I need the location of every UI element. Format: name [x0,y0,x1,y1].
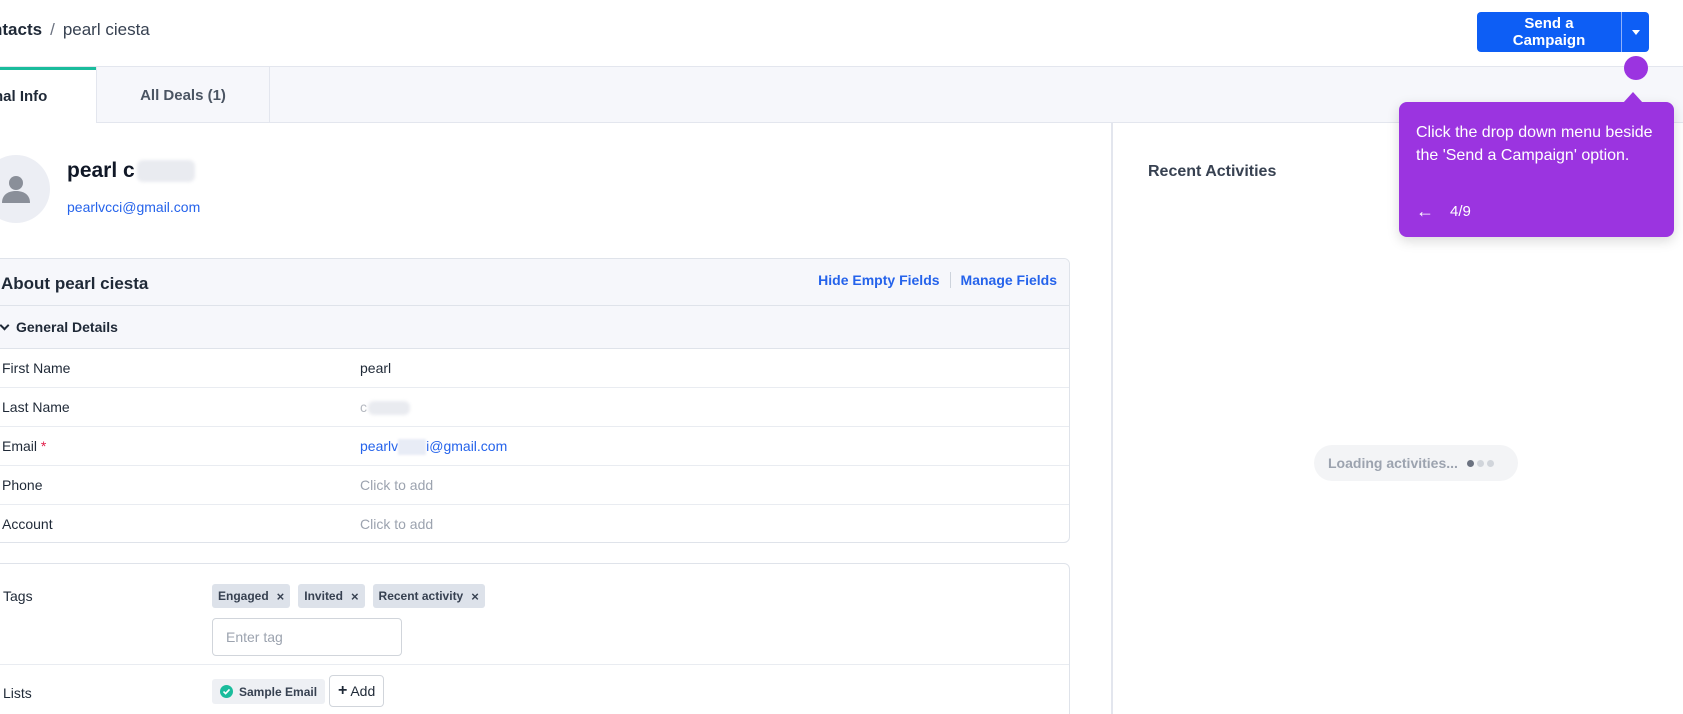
about-title: About pearl ciesta [1,274,149,293]
plus-icon: + [338,682,348,699]
required-marker: * [40,438,47,454]
tag-recent-activity: Recent activity × [372,584,485,608]
about-card-header: About pearl ciesta Hide Empty Fields Man… [0,259,1069,306]
field-row-last-name: Last Name c [0,388,1069,427]
loading-dots-icon [1466,459,1494,467]
tab-personal-info[interactable]: nal Info [0,67,96,123]
first-name-value[interactable]: pearl [360,360,391,376]
tag-label: Engaged [218,589,269,603]
field-row-account: Account Click to add [0,505,1069,542]
check-circle-icon [220,685,233,698]
tab-all-deals[interactable]: All Deals (1) [96,67,270,123]
field-label: First Name [2,360,71,376]
breadcrumb-contacts-link[interactable]: ntacts [0,20,42,40]
redacted-block [398,439,427,456]
loading-indicator: Loading activities... [1314,445,1518,481]
field-label: Phone [2,477,43,493]
field-label: Email * [2,438,46,454]
redacted-block [368,401,410,416]
field-row-first-name: First Name pearl [0,349,1069,388]
about-card: About pearl ciesta Hide Empty Fields Man… [0,258,1070,543]
contact-name-text: pearl c [67,159,135,182]
field-label: Last Name [2,399,70,415]
tour-tooltip-text: Click the drop down menu beside the 'Sen… [1416,124,1653,164]
tag-label: Invited [304,589,343,603]
tag-input[interactable] [212,618,402,656]
phone-value[interactable]: Click to add [360,477,433,493]
field-row-phone: Phone Click to add [0,466,1069,505]
email-value-link[interactable]: pearlv i@gmail.com [360,438,508,456]
email-suffix: i@gmail.com [426,438,508,454]
tab-label: All Deals (1) [140,86,226,104]
remove-tag-icon[interactable]: × [351,589,359,604]
tab-label: nal Info [0,88,48,105]
send-campaign-dropdown-toggle[interactable] [1621,12,1649,52]
lists-label: Lists [3,685,32,701]
avatar [0,155,50,223]
divider [0,664,1069,665]
remove-tag-icon[interactable]: × [471,589,479,604]
field-label-text: Email [2,438,38,454]
tour-hotspot[interactable] [1624,56,1648,80]
section-label: General Details [16,319,118,335]
list-chip-sample-email: Sample Email [212,679,326,704]
add-list-button[interactable]: + Add [329,675,385,707]
list-chip-label: Sample Email [239,684,318,699]
contact-email-link[interactable]: pearlvcci@gmail.com [67,199,200,215]
contact-name: pearl c [67,159,195,183]
send-campaign-button[interactable]: Send a Campaign [1477,12,1621,52]
last-name-value[interactable]: c [360,399,410,416]
tour-tooltip: Click the drop down menu beside the 'Sen… [1399,92,1674,237]
tag-label: Recent activity [378,589,464,603]
add-list-label: Add [350,683,376,699]
general-details-toggle[interactable]: General Details [0,306,1069,349]
last-name-text: c [360,399,367,415]
recent-activities-title: Recent Activities [1148,163,1277,180]
field-row-email: Email * pearlv i@gmail.com [0,427,1069,466]
tags-lists-card: Tags Engaged × Invited × Recent activity… [0,563,1070,714]
divider [949,272,951,288]
remove-tag-icon[interactable]: × [277,589,285,604]
tag-list: Engaged × Invited × Recent activity × [212,584,485,608]
loading-text: Loading activities... [1328,455,1458,471]
about-actions: Hide Empty Fields Manage Fields [818,272,1057,288]
send-campaign-button-group: Send a Campaign [1477,12,1649,52]
caret-down-icon [1631,29,1640,35]
field-label: Account [2,516,53,532]
page-header: ntacts / pearl ciesta Send a Campaign [0,0,1683,67]
tour-step-counter: 4/9 [1450,203,1471,220]
tag-engaged: Engaged × [212,584,291,608]
breadcrumb-separator: / [50,20,55,39]
hide-empty-fields-link[interactable]: Hide Empty Fields [818,272,939,288]
manage-fields-link[interactable]: Manage Fields [961,272,1057,288]
arrow-left-icon[interactable]: ← [1416,201,1434,222]
breadcrumb-current: pearl ciesta [62,20,150,39]
breadcrumb: ntacts / pearl ciesta [0,20,150,40]
redacted-block [136,160,195,182]
account-value[interactable]: Click to add [360,516,433,532]
user-icon [2,176,30,203]
email-prefix: pearlv [360,438,399,454]
tag-invited: Invited × [298,584,365,608]
tour-navigation: ← 4/9 [1416,201,1471,222]
chevron-down-icon [0,320,10,330]
tags-label: Tags [3,588,33,604]
contact-details-panel: pearl c pearlvcci@gmail.com About pearl … [0,123,1112,714]
